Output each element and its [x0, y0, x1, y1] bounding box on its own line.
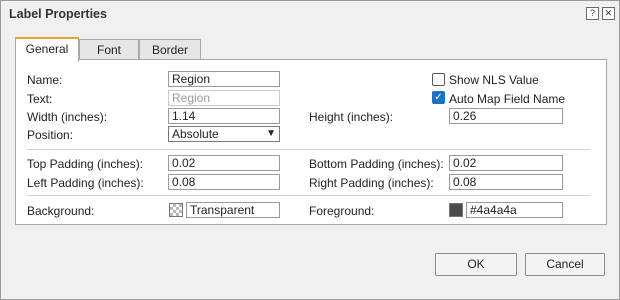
width-label: Width (inches): — [27, 110, 108, 124]
chevron-down-icon: ▼ — [266, 128, 276, 139]
divider — [27, 149, 590, 150]
position-select[interactable]: Absolute ▼ — [168, 126, 280, 142]
bottom-padding-field[interactable]: 0.02 — [449, 155, 563, 171]
background-field[interactable]: Transparent — [186, 202, 280, 218]
divider — [27, 195, 590, 196]
tab-border[interactable]: Border — [139, 39, 201, 60]
text-label: Text: — [27, 92, 53, 106]
help-icon[interactable]: ? — [586, 7, 599, 20]
close-icon[interactable]: ✕ — [602, 7, 615, 20]
name-label: Name: — [27, 73, 63, 87]
tab-general[interactable]: General — [15, 37, 79, 62]
width-field[interactable]: 1.14 — [168, 108, 280, 124]
height-label: Height (inches): — [309, 110, 394, 124]
top-padding-field[interactable]: 0.02 — [168, 155, 280, 171]
background-swatch[interactable] — [169, 203, 183, 217]
right-padding-label: Right Padding (inches): — [309, 176, 434, 190]
left-padding-field[interactable]: 0.08 — [168, 174, 280, 190]
title-bar: Label Properties ? ✕ — [1, 1, 619, 27]
bottom-padding-label: Bottom Padding (inches): — [309, 157, 444, 171]
foreground-swatch[interactable] — [449, 203, 463, 217]
right-padding-field[interactable]: 0.08 — [449, 174, 563, 190]
text-field: Region — [168, 90, 280, 106]
general-panel: Name: Region Show NLS Value Text: Region… — [15, 59, 607, 225]
cancel-button[interactable]: Cancel — [525, 253, 605, 276]
tab-font[interactable]: Font — [79, 39, 139, 60]
auto-map-label: Auto Map Field Name — [449, 92, 566, 106]
ok-button[interactable]: OK — [435, 253, 517, 276]
dialog-title: Label Properties — [9, 7, 107, 21]
background-label: Background: — [27, 204, 95, 218]
foreground-label: Foreground: — [309, 204, 375, 218]
show-nls-checkbox[interactable] — [432, 73, 445, 86]
top-padding-label: Top Padding (inches): — [27, 157, 144, 171]
auto-map-checkbox[interactable]: ✓ — [432, 91, 445, 104]
foreground-field[interactable]: #4a4a4a — [466, 202, 563, 218]
show-nls-label: Show NLS Value — [449, 73, 539, 87]
name-field[interactable]: Region — [168, 71, 280, 87]
left-padding-label: Left Padding (inches): — [27, 176, 144, 190]
label-properties-dialog: Label Properties ? ✕ General Font Border… — [0, 0, 620, 300]
height-field[interactable]: 0.26 — [449, 108, 563, 124]
position-select-value: Absolute — [172, 127, 219, 141]
position-label: Position: — [27, 128, 74, 142]
